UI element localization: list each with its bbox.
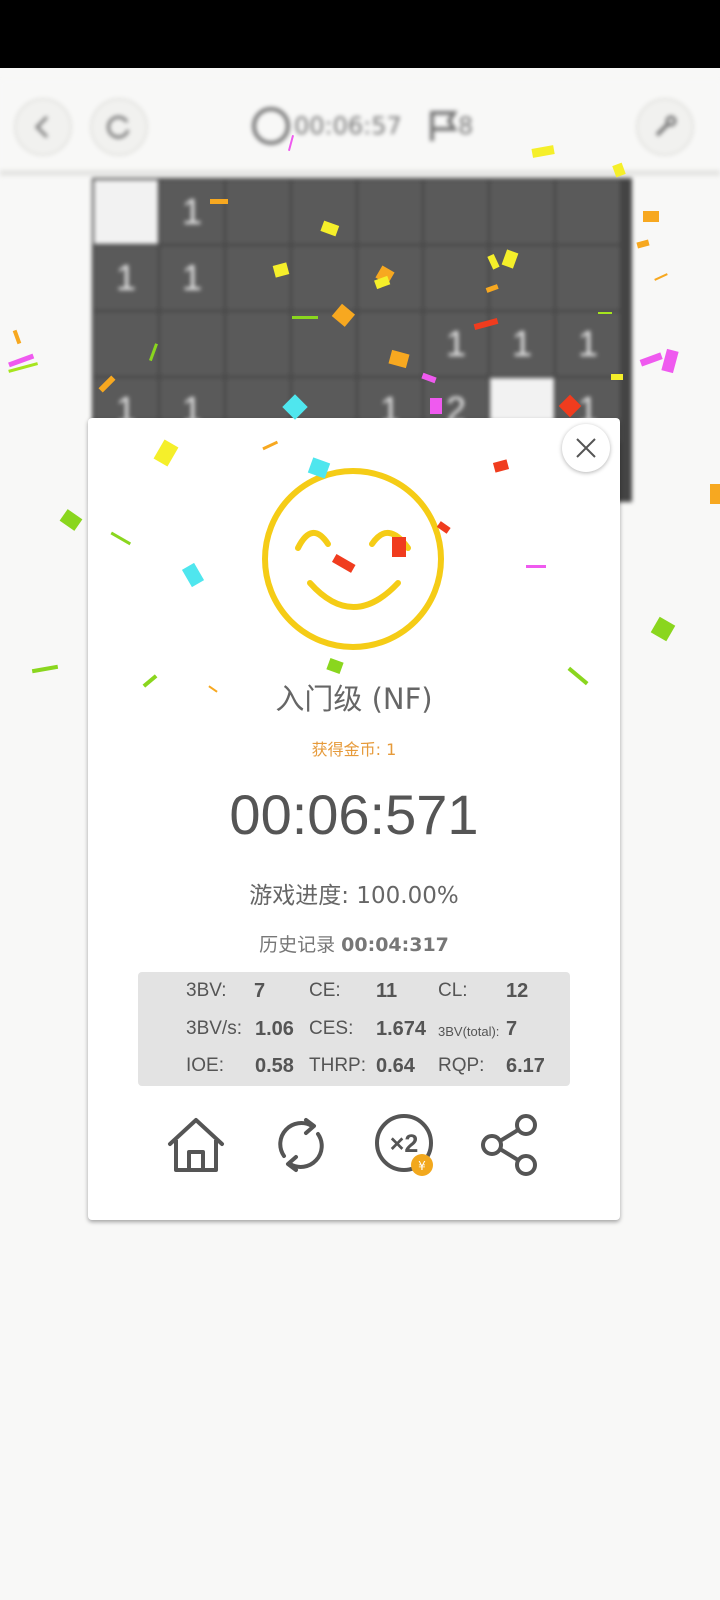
stats-panel: 3BV: 7 CE: 11 CL: 12 3BV/s: 1.06 CES: 1.…: [138, 972, 570, 1086]
refresh-icon: [106, 115, 130, 139]
stat-value-ioe: 0.58: [255, 1055, 294, 1077]
double-coins-button[interactable]: ×2 ¥: [371, 1110, 441, 1180]
stat-value-thrp: 0.64: [376, 1055, 415, 1077]
board-cell: [556, 180, 620, 244]
stat-label-3bv: 3BV:: [186, 980, 227, 1001]
board-cell: [424, 180, 488, 244]
board-cell: [490, 246, 554, 310]
board-cell: [226, 312, 290, 376]
happy-face-icon: [262, 468, 444, 650]
record-value: 00:04:317: [341, 934, 449, 956]
difficulty-level: 入门级 (NF): [275, 682, 433, 716]
record-label: 历史记录: [259, 934, 336, 956]
board-cell: [358, 180, 422, 244]
home-button[interactable]: [161, 1110, 231, 1180]
timer-text: 00:06:57: [294, 112, 402, 140]
board-cell: 1: [94, 246, 158, 310]
stat-value-3bv-total: 7: [506, 1018, 518, 1040]
replay-button[interactable]: [266, 1110, 336, 1180]
status-bar: [0, 0, 720, 68]
stat-label-3bv-total: 3BV(total):: [438, 1024, 500, 1039]
back-button[interactable]: [14, 98, 72, 156]
stat-value-rqp: 6.17: [506, 1055, 545, 1077]
stat-label-rqp: RQP:: [438, 1055, 485, 1076]
board-cell: [160, 312, 224, 376]
board-cell: [94, 312, 158, 376]
board-cell: [226, 246, 290, 310]
board-cell: [292, 180, 356, 244]
double-coins-icon: ×2 ¥: [375, 1114, 433, 1176]
final-time: 00:06:571: [229, 783, 479, 846]
tool-icon: [655, 115, 677, 137]
stat-value-ce: 11: [376, 980, 398, 1002]
stat-value-ces: 1.674: [376, 1018, 427, 1040]
close-button[interactable]: [562, 424, 610, 472]
coins-earned: 获得金币: 1: [311, 740, 397, 759]
close-icon: [576, 438, 596, 458]
board-cell: [292, 312, 356, 376]
board-cell: 1: [490, 312, 554, 376]
action-bar: ×2 ¥: [88, 1110, 620, 1180]
game-progress: 游戏进度: 100.00%: [249, 883, 459, 909]
settings-button[interactable]: [636, 98, 694, 156]
board-cell: 1: [160, 180, 224, 244]
board-cell: [226, 180, 290, 244]
flag-icon: [430, 111, 458, 141]
board-cell: [424, 246, 488, 310]
board-cell: 1: [556, 312, 620, 376]
coin-badge: ¥: [418, 1159, 426, 1173]
restart-button[interactable]: [90, 98, 148, 156]
double-label: ×2: [390, 1130, 419, 1158]
stat-label-thrp: THRP:: [309, 1055, 366, 1076]
board-cell: 1: [424, 312, 488, 376]
board-cell: [358, 246, 422, 310]
stat-value-3bv: 7: [254, 980, 266, 1002]
board-cell: [292, 246, 356, 310]
stat-label-ioe: IOE:: [186, 1055, 225, 1076]
board-cell: 1: [160, 246, 224, 310]
replay-icon: [278, 1118, 324, 1172]
result-dialog: 入门级 (NF) 获得金币: 1 00:06:571 游戏进度: 100.00%…: [88, 418, 620, 1220]
clock-icon: [252, 107, 290, 145]
stat-value-cl: 12: [506, 980, 529, 1002]
stat-label-ces: CES:: [309, 1018, 354, 1039]
home-icon: [168, 1118, 224, 1172]
stat-value-3bvs: 1.06: [255, 1018, 294, 1040]
board-cell: [556, 246, 620, 310]
game-timer: 00:06:57: [252, 106, 402, 146]
share-icon: [481, 1114, 537, 1176]
flag-count: 8: [458, 112, 474, 140]
best-record: 历史记录 00:04:317: [88, 930, 620, 957]
stat-label-3bvs: 3BV/s:: [186, 1018, 242, 1039]
game-toolbar: 00:06:57 8: [0, 80, 720, 176]
board-cell: [94, 180, 158, 244]
flag-counter: 8: [428, 106, 473, 146]
share-button[interactable]: [476, 1110, 546, 1180]
board-cell: [358, 312, 422, 376]
chevron-left-icon: [34, 115, 49, 139]
board-cell: [490, 180, 554, 244]
stat-label-ce: CE:: [309, 980, 341, 1001]
stat-label-cl: CL:: [438, 980, 468, 1001]
